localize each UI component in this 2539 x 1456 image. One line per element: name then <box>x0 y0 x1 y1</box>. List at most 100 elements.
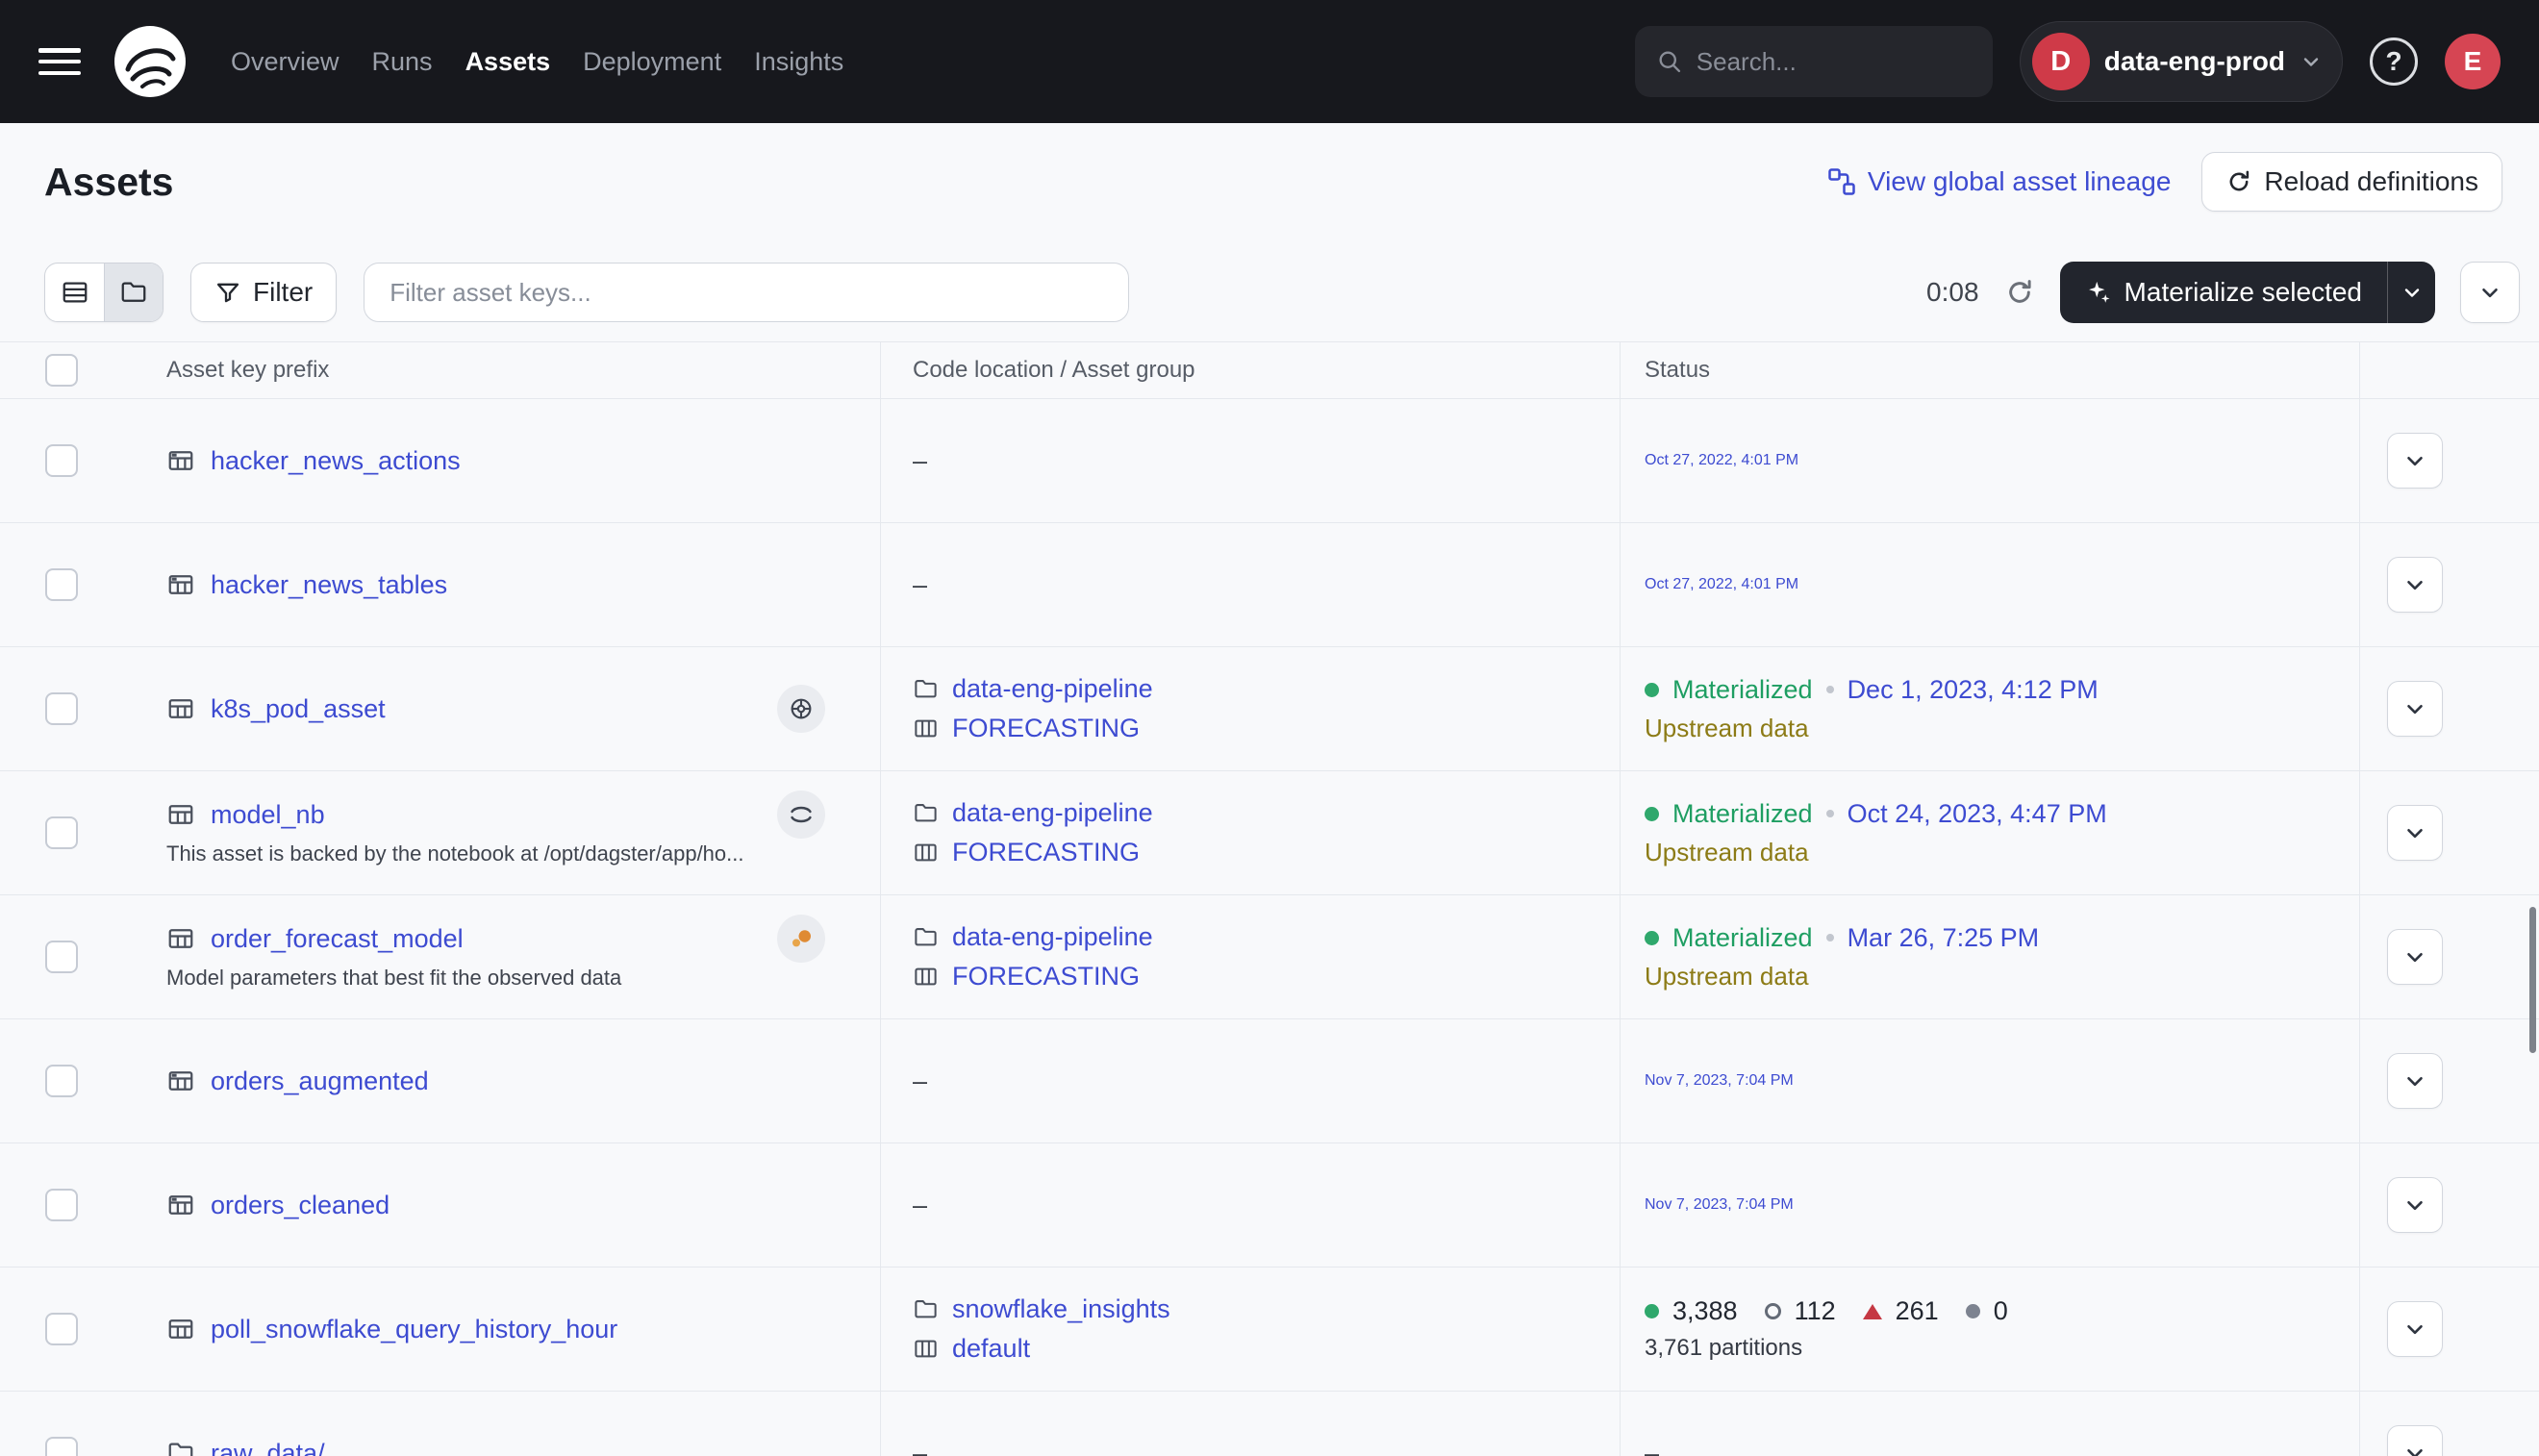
asset-name-link[interactable]: k8s_pod_asset <box>211 694 386 724</box>
row-expand-button[interactable] <box>2387 1301 2443 1357</box>
status-date-link[interactable]: Nov 7, 2023, 7:04 PM <box>1645 1072 2359 1090</box>
status-date-link[interactable]: Oct 27, 2022, 4:01 PM <box>1645 452 2359 469</box>
asset-name-link[interactable]: hacker_news_tables <box>211 570 447 600</box>
materialized-dot <box>1645 683 1659 697</box>
code-location-label: data-eng-pipeline <box>952 922 1153 952</box>
asset-name-link[interactable]: model_nb <box>211 800 325 830</box>
asset-view-icon <box>166 570 195 599</box>
missing-count-ring-icon <box>1765 1303 1781 1319</box>
row-checkbox[interactable] <box>45 1189 78 1221</box>
queued-count: 0 <box>1994 1296 2008 1326</box>
code-location-link[interactable]: data-eng-pipeline <box>913 922 1620 952</box>
global-search[interactable]: / <box>1635 26 1993 97</box>
asset-group-label: FORECASTING <box>952 962 1140 992</box>
row-expand-button[interactable] <box>2387 557 2443 613</box>
deployment-switcher[interactable]: D data-eng-prod <box>2020 21 2343 102</box>
row-checkbox[interactable] <box>45 1065 78 1097</box>
separator-dot <box>1826 810 1834 817</box>
code-location-link[interactable]: data-eng-pipeline <box>913 798 1620 828</box>
status-date-link[interactable]: Nov 7, 2023, 7:04 PM <box>1645 1196 2359 1214</box>
materialized-dot <box>1645 807 1659 821</box>
row-checkbox[interactable] <box>45 816 78 849</box>
asset-group-label: FORECASTING <box>952 714 1140 743</box>
row-checkbox[interactable] <box>45 1437 78 1456</box>
asset-group-link[interactable]: FORECASTING <box>913 714 1620 743</box>
row-checkbox[interactable] <box>45 444 78 477</box>
page-header: Assets View global asset lineage Reload … <box>0 123 2539 212</box>
list-view-toggle[interactable] <box>45 264 104 321</box>
more-actions-button[interactable] <box>2460 262 2520 323</box>
assets-toolbar: Filter 0:08 Materialize selected <box>44 262 2520 323</box>
reload-definitions-button[interactable]: Reload definitions <box>2201 152 2502 212</box>
notebook-icon <box>787 800 816 829</box>
folder-view-toggle[interactable] <box>104 264 163 321</box>
asset-table-icon <box>166 924 195 953</box>
menu-icon[interactable] <box>38 45 81 78</box>
top-navbar: Overview Runs Assets Deployment Insights… <box>0 0 2539 123</box>
filter-button[interactable]: Filter <box>190 263 337 322</box>
row-expand-button[interactable] <box>2387 681 2443 737</box>
asset-name-link[interactable]: orders_augmented <box>211 1067 429 1096</box>
materialize-selected-button[interactable]: Materialize selected <box>2060 262 2387 323</box>
nav-item-assets[interactable]: Assets <box>465 47 551 77</box>
asset-view-icon <box>166 1067 195 1095</box>
asset-group-link[interactable]: default <box>913 1334 1620 1364</box>
row-expand-button[interactable] <box>2387 1053 2443 1109</box>
asset-group-icon <box>913 1336 939 1362</box>
row-expand-button[interactable] <box>2387 929 2443 985</box>
code-location-link[interactable]: snowflake_insights <box>913 1294 1620 1324</box>
row-checkbox[interactable] <box>45 568 78 601</box>
filter-asset-keys-input[interactable] <box>364 263 1129 322</box>
nav-item-deployment[interactable]: Deployment <box>583 47 721 77</box>
refresh-button[interactable] <box>2004 277 2035 308</box>
row-expand-button[interactable] <box>2387 805 2443 861</box>
status-date-link[interactable]: Dec 1, 2023, 4:12 PM <box>1848 675 2099 705</box>
row-expand-button[interactable] <box>2387 433 2443 489</box>
folder-icon <box>913 800 939 826</box>
asset-group-link[interactable]: FORECASTING <box>913 962 1620 992</box>
notebook-badge <box>777 791 825 839</box>
row-expand-button[interactable] <box>2387 1177 2443 1233</box>
chevron-down-icon <box>2477 280 2502 305</box>
nav-item-overview[interactable]: Overview <box>231 47 339 77</box>
column-header-actions <box>2359 342 2539 398</box>
row-checkbox[interactable] <box>45 941 78 973</box>
separator-dot <box>1826 686 1834 693</box>
row-expand-button[interactable] <box>2387 1425 2443 1456</box>
scrollbar-thumb[interactable] <box>2529 907 2536 1053</box>
chevron-down-icon <box>2402 1441 2427 1456</box>
chevron-down-icon <box>2402 1192 2427 1218</box>
table-row: raw_data/ – – <box>0 1392 2539 1456</box>
row-checkbox[interactable] <box>45 692 78 725</box>
asset-name-link[interactable]: poll_snowflake_query_history_hour <box>211 1315 617 1344</box>
folder-icon <box>913 1296 939 1322</box>
asset-group-icon <box>913 964 939 990</box>
asset-name-link[interactable]: orders_cleaned <box>211 1191 390 1220</box>
status-date-link[interactable]: Oct 27, 2022, 4:01 PM <box>1645 576 2359 593</box>
code-location-link[interactable]: data-eng-pipeline <box>913 674 1620 704</box>
help-button[interactable]: ? <box>2370 38 2418 86</box>
nav-item-runs[interactable]: Runs <box>372 47 433 77</box>
asset-group-link[interactable]: FORECASTING <box>913 838 1620 867</box>
deployment-avatar: D <box>2032 33 2090 90</box>
asset-prefix-link[interactable]: raw_data/ <box>211 1439 325 1456</box>
status-date-link[interactable]: Oct 24, 2023, 4:47 PM <box>1848 799 2107 829</box>
search-input[interactable] <box>1697 47 2019 77</box>
asset-name-link[interactable]: hacker_news_actions <box>211 446 461 476</box>
status-date-link[interactable]: Mar 26, 7:25 PM <box>1848 923 2040 953</box>
kubernetes-badge <box>777 685 825 733</box>
lineage-icon <box>1827 167 1856 196</box>
code-location-label: snowflake_insights <box>952 1294 1170 1324</box>
row-checkbox[interactable] <box>45 1313 78 1345</box>
refresh-icon <box>2004 277 2035 308</box>
materialize-dropdown-toggle[interactable] <box>2387 262 2435 323</box>
nav-item-insights[interactable]: Insights <box>754 47 843 77</box>
user-avatar[interactable]: E <box>2445 34 2501 89</box>
table-row: hacker_news_tables – Oct 27, 2022, 4:01 … <box>0 523 2539 647</box>
view-global-asset-lineage-link[interactable]: View global asset lineage <box>1827 166 2171 197</box>
select-all-checkbox[interactable] <box>45 354 78 387</box>
header-actions: View global asset lineage Reload definit… <box>1827 152 2502 212</box>
column-header-asset-key: Asset key prefix <box>140 357 880 384</box>
asset-name-link[interactable]: order_forecast_model <box>211 924 464 954</box>
partitions-caption: 3,761 partitions <box>1645 1335 2359 1362</box>
